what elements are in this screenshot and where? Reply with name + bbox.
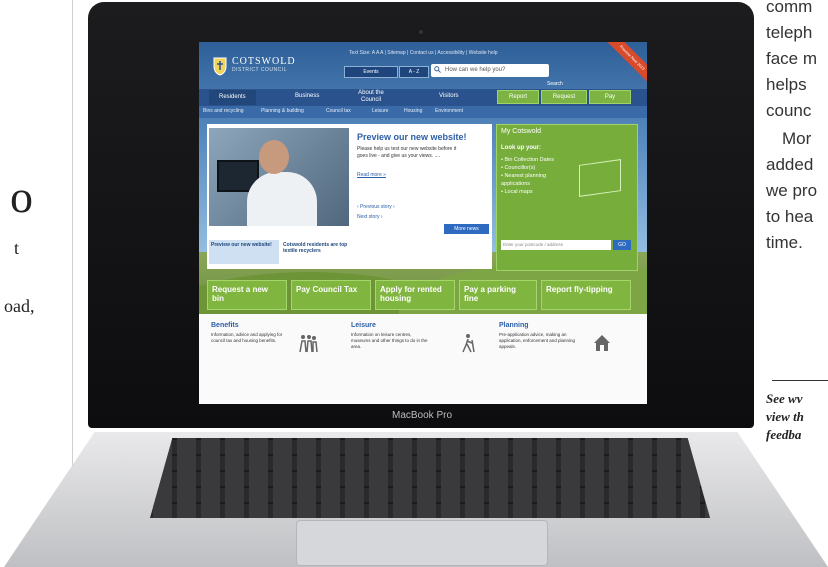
laptop-brand-label: MacBook Pro <box>392 410 453 421</box>
laptop-screen: COTSWOLD DISTRICT COUNCIL Text Size: A A… <box>199 42 647 404</box>
pay-button[interactable]: Pay <box>589 90 631 104</box>
events-dropdown[interactable]: Events <box>344 66 398 78</box>
text-line: comm <box>766 0 813 16</box>
council-crest-icon[interactable] <box>212 56 228 76</box>
text-line: time. <box>766 233 803 252</box>
caption-line: See wv <box>766 391 803 406</box>
drop-cap-fragment: o <box>10 171 33 222</box>
task-request-bin[interactable]: Request a new bin <box>207 280 287 310</box>
subnav-bins[interactable]: Bins and recycling <box>203 108 244 114</box>
search-button[interactable]: Search <box>547 81 563 87</box>
look-up-item[interactable]: • Local maps <box>501 188 571 196</box>
look-up-item[interactable]: • Nearest planning applications <box>501 172 571 188</box>
search-input[interactable]: How can we help you? <box>431 64 549 77</box>
task-pay-council-tax[interactable]: Pay Council Tax <box>291 280 371 310</box>
people-icon <box>299 335 318 353</box>
trackpad[interactable] <box>296 520 548 566</box>
keyboard-keys <box>150 438 710 518</box>
task-rented-housing[interactable]: Apply for rented housing <box>375 280 455 310</box>
read-more-link[interactable]: Read more » <box>357 172 386 178</box>
more-news-button[interactable]: More news <box>444 224 489 234</box>
nav-about-council[interactable]: About the Council <box>349 90 393 104</box>
camera-icon <box>419 30 423 34</box>
leisure-title[interactable]: Leisure <box>351 322 376 329</box>
next-story-link[interactable]: Next story › <box>357 214 383 220</box>
subnav-planning[interactable]: Planning & building <box>261 108 304 114</box>
benefits-title[interactable]: Benefits <box>211 322 239 329</box>
text-fragment: t <box>14 238 20 258</box>
planning-body: Pre-application advice, making an applic… <box>499 332 576 349</box>
caption-line: feedba <box>766 427 802 442</box>
text-line: to hea <box>766 207 814 226</box>
caption-line: view th <box>766 409 804 424</box>
postcode-input[interactable]: Enter your postcode / address <box>501 240 611 250</box>
utility-links[interactable]: Text Size: A A A | Sitemap | Contact us … <box>349 50 498 56</box>
benefits-body: Information, advice and applying for cou… <box>211 332 283 343</box>
text-line: helps <box>766 75 807 94</box>
walker-icon <box>462 334 475 353</box>
services-section <box>199 314 647 404</box>
task-report-fly-tipping[interactable]: Report fly-tipping <box>541 280 631 310</box>
text-line: teleph <box>766 23 813 42</box>
site-logo-subtitle: DISTRICT COUNCIL <box>232 67 287 73</box>
look-up-item[interactable]: • Bin Collection Dates <box>501 156 571 164</box>
look-up-item[interactable]: • Councillor(s) <box>501 164 571 172</box>
subnav-leisure[interactable]: Leisure <box>372 108 388 114</box>
story-thumb-active[interactable]: Preview our new website! <box>209 240 279 264</box>
nav-residents[interactable]: Residents <box>209 90 256 105</box>
subnav-environment[interactable]: Environment <box>435 108 463 114</box>
look-up-heading: Look up your: <box>501 145 541 151</box>
text-line: Mor <box>782 129 812 148</box>
section-rule <box>772 380 828 381</box>
request-button[interactable]: Request <box>541 90 587 104</box>
text-line: added <box>766 155 814 174</box>
subnav-housing[interactable]: Housing <box>404 108 422 114</box>
planning-title[interactable]: Planning <box>499 322 529 329</box>
search-icon[interactable] <box>434 66 441 73</box>
nav-visitors[interactable]: Visitors <box>439 93 459 99</box>
map-icon <box>579 159 621 197</box>
story-title[interactable]: Preview our new website! <box>357 132 467 142</box>
text-line: we pro <box>766 181 818 200</box>
house-icon <box>594 335 610 351</box>
text-fragment: oad, <box>4 296 35 316</box>
previous-story-link[interactable]: ‹ Previous story ‹ <box>357 204 395 210</box>
look-up-list: • Bin Collection Dates • Councillor(s) •… <box>501 156 571 196</box>
photo-person-body <box>247 172 317 226</box>
my-cotswold-title: My Cotswold <box>501 128 542 135</box>
site-logo-name[interactable]: COTSWOLD <box>232 56 296 67</box>
task-parking-fine[interactable]: Pay a parking fine <box>459 280 537 310</box>
az-dropdown[interactable]: A - Z <box>399 66 429 78</box>
nav-business[interactable]: Business <box>295 93 319 99</box>
story-body: Please help us test our new website befo… <box>357 146 457 159</box>
story-thumb[interactable]: Cotswold residents are top textile recyc… <box>281 240 351 264</box>
go-button[interactable]: GO <box>613 240 631 250</box>
text-line: face m <box>766 49 818 68</box>
subnav-council-tax[interactable]: Council tax <box>326 108 351 114</box>
leisure-body: Information on leisure centres, museums … <box>351 332 428 349</box>
photo-person-head <box>259 140 289 174</box>
report-button[interactable]: Report <box>497 90 539 104</box>
text-line: counc <box>766 101 812 120</box>
